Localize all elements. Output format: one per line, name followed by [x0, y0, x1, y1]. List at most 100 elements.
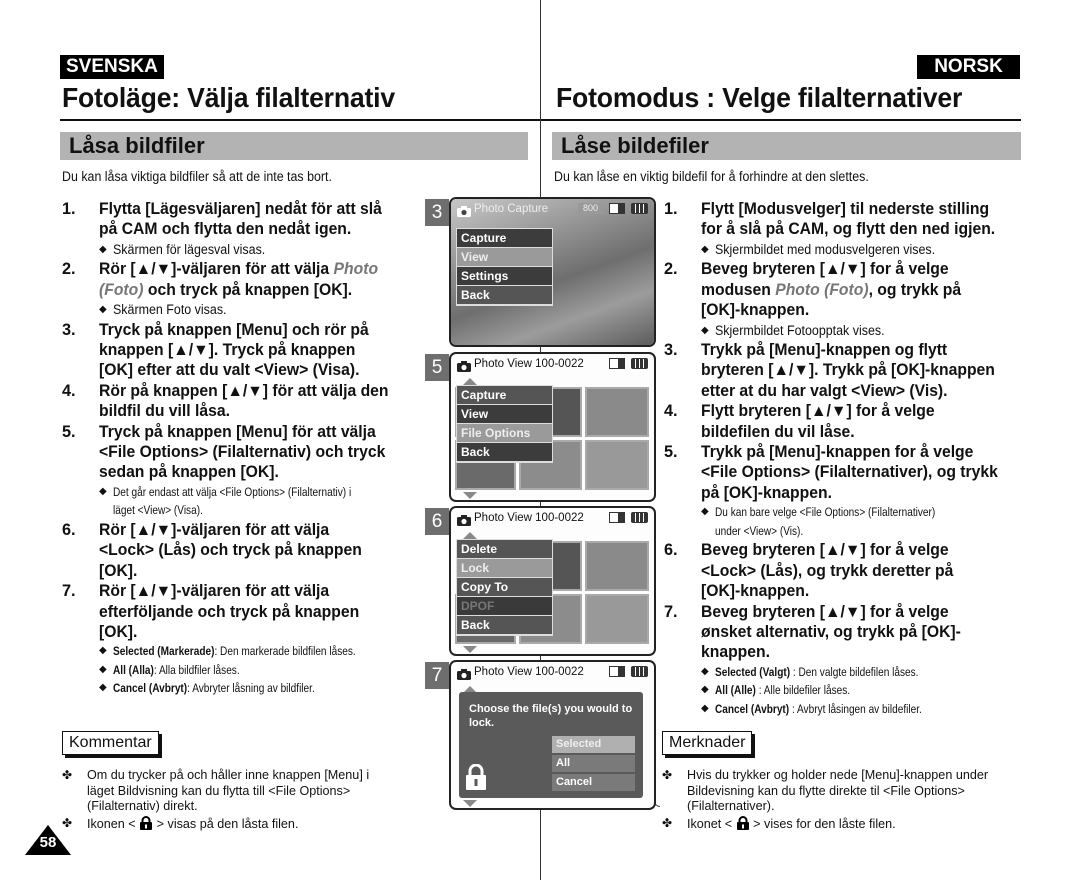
- scroll-down-arrow[interactable]: [463, 646, 477, 653]
- scroll-up-arrow[interactable]: [463, 378, 477, 385]
- step-number: 7.: [62, 582, 76, 601]
- menu-item-delete[interactable]: Delete: [457, 540, 552, 559]
- diamond-bullet-icon: ◆: [701, 684, 709, 696]
- screen-header: Photo Capture: [474, 203, 549, 215]
- steps-list-swedish: 1. Flytta [Lägesväljaren] nedåt för att s…: [62, 199, 432, 698]
- step-number: 5.: [62, 422, 76, 441]
- menu-item-back[interactable]: Back: [457, 616, 552, 635]
- option-note: ◆ All (Alla): Alla bildfiler låses.: [99, 661, 432, 680]
- diamond-bullet-icon: ◆: [701, 665, 709, 677]
- intro-text-norwegian: Du kan låse en viktig bildefil for å for…: [554, 169, 869, 184]
- menu-item-file-options[interactable]: File Options: [457, 424, 552, 443]
- section-heading-swedish: Låsa bildfiler: [60, 132, 528, 160]
- menu-item-lock[interactable]: Lock: [457, 559, 552, 578]
- step-number: 4.: [62, 381, 76, 400]
- option-term: All (Alla): [113, 662, 154, 677]
- menu-item-view[interactable]: View: [457, 405, 552, 424]
- menu-item-dpof[interactable]: DPOF: [457, 597, 552, 616]
- option-term: All (Alle): [715, 683, 756, 698]
- diamond-bullet-icon: ◆: [99, 663, 107, 675]
- note-text: Skjermbildet med modusvelgeren vises.: [715, 241, 936, 257]
- option-note: ◆ Selected (Valgt) : Den valgte bildefile…: [701, 663, 1029, 682]
- option-text: Cancel (Avbryt): Avbryter låsning av bil…: [113, 681, 315, 696]
- internal-memory-icon: [609, 512, 625, 523]
- steps-list-norwegian: 1. Flytt [Modusvelger] til nederste still…: [664, 199, 1029, 718]
- step-note: ◆ Skärmen Foto visas.: [99, 300, 432, 320]
- step-item: 7. Beveg bryteren [▲/▼] for å velge ønske…: [664, 602, 1029, 663]
- diamond-bullet-icon: ◆: [99, 485, 107, 497]
- step-item: 5. Trykk på [Menu]-knappen for å velge <F…: [664, 442, 1029, 503]
- menu-item-view[interactable]: View: [457, 248, 552, 267]
- resolution-badge: 800: [577, 203, 603, 214]
- step-text: Beveg bryteren [▲/▼] for å velge ønsket …: [701, 602, 961, 662]
- language-label-norwegian: NORSK: [917, 55, 1020, 79]
- step-item: 4. Rör på knappen [▲/▼] för att välja den…: [62, 381, 432, 422]
- scroll-down-arrow[interactable]: [463, 492, 477, 499]
- screen-file-options-menu: Photo View 100-0022 Delete Lock Copy To DPO…: [449, 506, 656, 656]
- comment-text: Ikonen < > visas på den låsta filen.: [87, 815, 299, 831]
- menu-item-settings[interactable]: Settings: [457, 267, 552, 286]
- camera-icon: [457, 359, 471, 372]
- screen-number: 3: [425, 199, 449, 226]
- dialog-option-selected[interactable]: Selected: [552, 736, 635, 753]
- step-item: 2. Rör [▲/▼]-väljaren för att välja Photo…: [62, 259, 432, 300]
- screen-lock-dialog: Photo View 100-0022 Choose the file(s) y…: [449, 660, 656, 810]
- step-note: ◆ Skjermbildet med modusvelgeren vises.: [701, 240, 1029, 260]
- step-number: 6.: [664, 541, 678, 560]
- thumbnail[interactable]: [585, 541, 649, 591]
- menu-item-back[interactable]: Back: [457, 286, 552, 305]
- screen-menu: Capture View Settings Back: [456, 228, 553, 306]
- menu-item-back[interactable]: Back: [457, 443, 552, 462]
- note-text: Det går endast att välja <File Options> …: [113, 484, 352, 518]
- step-text: Rör [▲/▼]-väljaren för att välja <Lock> …: [99, 520, 362, 580]
- comment-text: Om du trycker på och håller inne knappen…: [87, 768, 370, 813]
- step-note: ◆ Du kan bare velge <File Options> (Filal…: [701, 503, 1029, 540]
- intro-text-swedish: Du kan låsa viktiga bildfiler så att de …: [62, 169, 332, 184]
- menu-item-capture[interactable]: Capture: [457, 386, 552, 405]
- comment-text: Ikonet < > vises for den låste filen.: [687, 815, 896, 831]
- screen-header: Photo View 100-0022: [474, 358, 584, 370]
- battery-icon: [631, 203, 648, 214]
- step-text: Tryck på knappen [Menu] för att välja <F…: [99, 422, 386, 482]
- step-text: Rör på knappen [▲/▼] för att välja den b…: [99, 381, 389, 421]
- section-heading-norwegian: Låse bildefiler: [552, 132, 1021, 160]
- thumbnail[interactable]: [585, 387, 649, 437]
- step-item: 5. Tryck på knappen [Menu] för att välja …: [62, 422, 432, 483]
- dialog-option-cancel[interactable]: Cancel: [552, 774, 635, 791]
- step-text: Tryck på knappen [Menu] och rör på knapp…: [99, 320, 369, 380]
- title-rule-norwegian: [541, 119, 1021, 121]
- dialog-option-all[interactable]: All: [552, 755, 635, 772]
- step-number: 3.: [62, 320, 76, 339]
- step-item: 3. Trykk på [Menu]-knappen og flytt bryte…: [664, 340, 1029, 401]
- page-title-norwegian: Fotomodus : Velge filalternativer: [556, 82, 963, 113]
- scroll-up-arrow[interactable]: [463, 532, 477, 539]
- screen-number: 6: [425, 508, 449, 535]
- internal-memory-icon: [609, 358, 625, 369]
- menu-item-copy-to[interactable]: Copy To: [457, 578, 552, 597]
- lock-icon: [465, 763, 487, 795]
- option-text: Selected (Valgt) : Den valgte bildefilen…: [715, 664, 919, 679]
- note-text: Skärmen för lägesval visas.: [113, 241, 266, 257]
- page-number: 58: [39, 834, 57, 851]
- thumbnail[interactable]: [585, 440, 649, 490]
- battery-icon: [631, 512, 648, 523]
- clover-bullet-icon: ✤: [662, 815, 673, 830]
- step-text: Beveg bryteren [▲/▼] for å velge modusen…: [701, 260, 962, 320]
- comment-item: ✤ Hvis du trykker og holder nede [Menu]-k…: [662, 768, 1022, 815]
- lock-icon: [736, 815, 750, 830]
- camera-icon: [457, 513, 471, 526]
- step-text: Trykk på [Menu]-knappen for å velge <Fil…: [701, 443, 998, 502]
- option-note: ◆ Selected (Markerade): Den markerade bil…: [99, 642, 432, 661]
- mode-name: Photo (Foto): [99, 260, 379, 299]
- note-text: Skjermbildet Fotoopptak vises.: [715, 322, 885, 338]
- thumbnail[interactable]: [585, 594, 649, 644]
- comment-label-swedish: Kommentar: [62, 731, 159, 755]
- option-term: Selected (Valgt): [715, 664, 791, 679]
- menu-item-capture[interactable]: Capture: [457, 229, 552, 248]
- mode-name: Photo (Foto): [775, 280, 869, 299]
- camera-icon: [457, 204, 471, 217]
- step-item: 6. Beveg bryteren [▲/▼] for å velge <Lock…: [664, 540, 1029, 601]
- step-number: 2.: [664, 260, 678, 279]
- step-item: 6. Rör [▲/▼]-väljaren för att välja <Lock…: [62, 520, 432, 581]
- scroll-down-arrow[interactable]: [463, 800, 477, 807]
